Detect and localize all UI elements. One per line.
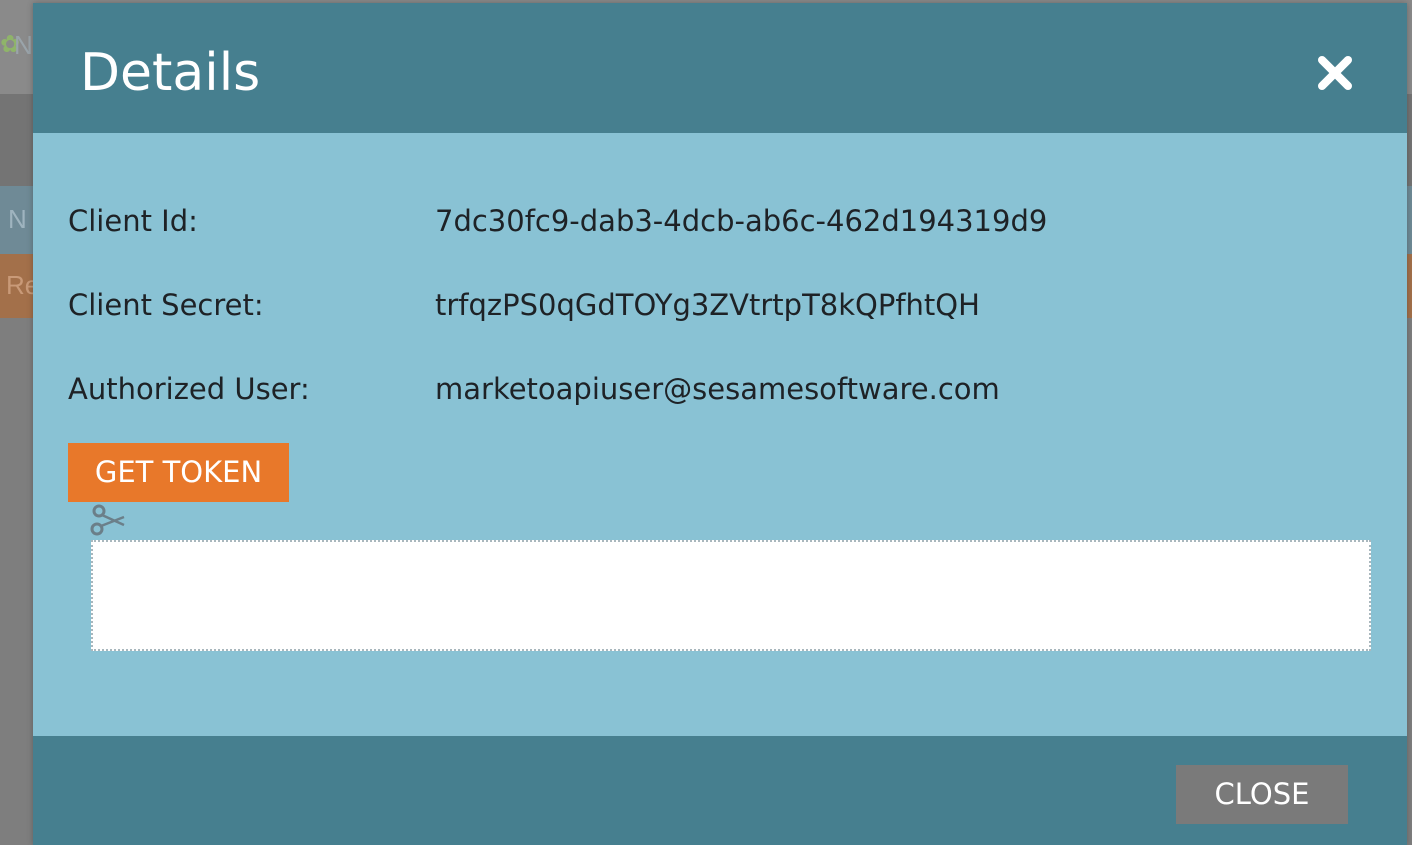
details-modal: Details Client Id: 7dc30fc9-dab3-4dcb-ab… xyxy=(33,3,1407,845)
token-output-field[interactable] xyxy=(91,540,1371,651)
client-secret-value: trfqzPS0qGdTOYg3ZVtrtpT8kQPfhtQH xyxy=(435,288,980,322)
background-text-fragment: N xyxy=(8,204,27,234)
scissors-icon[interactable] xyxy=(90,503,128,539)
modal-footer: CLOSE xyxy=(33,736,1407,845)
page: ✿ N N Re Details Client Id: 7dc30fc9-dab… xyxy=(0,0,1412,845)
modal-header: Details xyxy=(33,3,1407,133)
authorized-user-value: marketoapiuser@sesamesoftware.com xyxy=(435,372,1000,406)
background-logo-icon: ✿ xyxy=(0,31,21,58)
background-text-fragment: N xyxy=(14,30,33,60)
modal-title: Details xyxy=(80,43,261,103)
client-id-label: Client Id: xyxy=(68,204,198,238)
close-button[interactable]: CLOSE xyxy=(1176,765,1348,824)
authorized-user-label: Authorized User: xyxy=(68,372,310,406)
close-x-icon[interactable] xyxy=(1313,51,1357,95)
get-token-button[interactable]: GET TOKEN xyxy=(68,443,289,502)
client-id-value: 7dc30fc9-dab3-4dcb-ab6c-462d194319d9 xyxy=(435,204,1048,238)
client-secret-label: Client Secret: xyxy=(68,288,264,322)
